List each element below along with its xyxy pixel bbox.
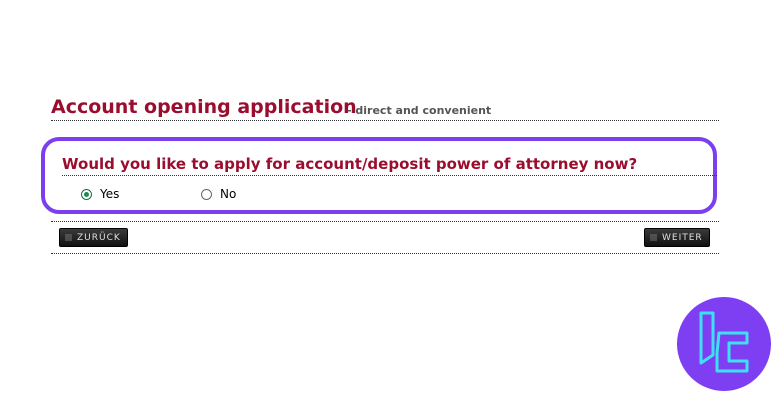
grip-icon: [65, 234, 72, 241]
radio-no-label: No: [220, 187, 237, 201]
divider-bottom: [51, 253, 719, 254]
question-text: Would you like to apply for account/depo…: [62, 155, 717, 176]
brand-logo-icon: [699, 311, 749, 373]
page-title: Account opening application: [51, 96, 357, 118]
page-subtitle: - direct and convenient: [347, 104, 492, 117]
grip-icon: [650, 234, 657, 241]
radio-yes-label: Yes: [100, 187, 120, 201]
next-button[interactable]: WEITER: [644, 228, 710, 247]
divider-top: [51, 221, 719, 222]
back-button[interactable]: ZURÜCK: [59, 228, 128, 247]
radio-no-button[interactable]: [201, 188, 212, 200]
brand-logo: [677, 297, 771, 391]
back-button-label: ZURÜCK: [77, 232, 121, 243]
radio-yes[interactable]: Yes: [81, 186, 119, 202]
radio-no[interactable]: No: [201, 186, 236, 202]
page-header: Account opening application - direct and…: [51, 96, 719, 121]
next-button-label: WEITER: [662, 232, 703, 243]
radio-yes-button[interactable]: [81, 188, 92, 200]
